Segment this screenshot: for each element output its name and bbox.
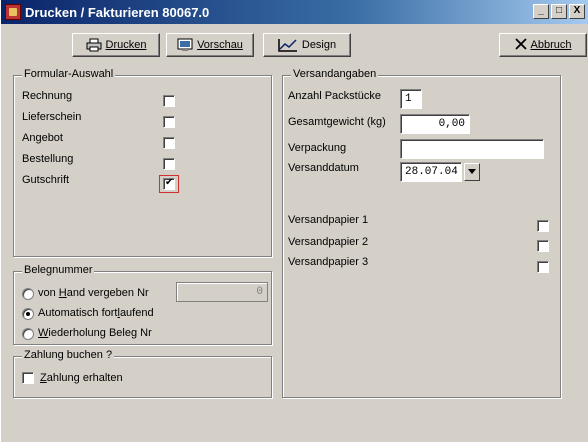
close-x-icon — [514, 38, 527, 52]
title-bar[interactable]: Drucken / Fakturieren 80067.0 _ □ X — [1, 0, 588, 24]
packaging-label: Verpackung — [288, 142, 347, 154]
receipt-number-group: Belegnummer von Hand vergeben Nr 0 Autom… — [13, 264, 272, 345]
payment-group: Zahlung buchen ? Zahlung erhalten — [13, 349, 272, 398]
shipping-group: Versandangaben Anzahl Packstücke 1 Gesam… — [282, 68, 561, 398]
toolbar: Drucken Vorschau Design Abbruch — [11, 33, 588, 63]
print-invoice-window: Drucken / Fakturieren 80067.0 _ □ X Druc… — [0, 0, 588, 442]
form-selection-group: Formular-Auswahl Rechnung Lieferschein A… — [13, 68, 272, 257]
payment-received-label: Zahlung erhalten — [40, 372, 123, 384]
form-item-bestellung-checkbox[interactable] — [163, 158, 175, 170]
window-title: Drucken / Fakturieren 80067.0 — [25, 5, 210, 20]
shipping-paper-3-checkbox[interactable] — [537, 261, 549, 273]
shipping-paper-2-label: Versandpapier 2 — [288, 236, 369, 248]
cancel-button-label: Abbruch — [530, 39, 572, 51]
form-item-angebot-label: Angebot — [22, 132, 63, 144]
print-button[interactable]: Drucken — [72, 33, 160, 57]
monitor-icon — [177, 38, 193, 52]
close-button[interactable]: X — [569, 4, 585, 19]
shipping-paper-2-checkbox[interactable] — [537, 240, 549, 252]
form-item-lieferschein-label: Lieferschein — [22, 111, 82, 123]
form-selection-legend: Formular-Auswahl — [22, 68, 116, 80]
receipt-number-legend: Belegnummer — [22, 264, 95, 276]
radio-repeat-receipt-label: Wiederholung Beleg Nr — [38, 327, 152, 339]
cancel-button[interactable]: Abbruch — [499, 33, 587, 57]
packaging-input[interactable] — [400, 139, 544, 159]
packages-input[interactable]: 1 — [400, 89, 422, 109]
ship-date-input[interactable]: 28.07.04 — [400, 162, 462, 182]
ship-date-label: Versanddatum — [288, 162, 359, 174]
maximize-button[interactable]: □ — [551, 4, 567, 19]
radio-repeat-receipt[interactable] — [22, 328, 34, 340]
shipping-paper-1-checkbox[interactable] — [537, 220, 549, 232]
form-item-gutschrift-label: Gutschrift — [22, 174, 70, 186]
window-footer — [1, 400, 588, 442]
weight-input[interactable]: 0,00 — [400, 114, 470, 134]
form-item-rechnung-checkbox[interactable] — [163, 95, 175, 107]
design-button-label: Design — [301, 39, 337, 51]
minimize-button[interactable]: _ — [533, 4, 549, 19]
shipping-paper-3-label: Versandpapier 3 — [288, 256, 369, 268]
form-item-angebot-checkbox[interactable] — [163, 137, 175, 149]
radio-auto-sequential[interactable] — [22, 308, 34, 320]
printer-icon — [86, 38, 102, 52]
radio-auto-sequential-label: Automatisch fortlaufend — [38, 307, 154, 319]
weight-label: Gesamtgewicht (kg) — [288, 116, 386, 128]
print-button-label: Drucken — [105, 39, 147, 51]
shipping-paper-1-label: Versandpapier 1 — [288, 214, 369, 226]
app-icon — [5, 4, 21, 20]
manual-number-input[interactable]: 0 — [176, 282, 268, 302]
ship-date-dropdown-button[interactable] — [464, 163, 480, 181]
design-button[interactable]: Design — [263, 33, 351, 57]
form-item-rechnung-label: Rechnung — [22, 90, 73, 102]
preview-button-label: Vorschau — [197, 39, 243, 51]
design-chart-icon — [278, 38, 298, 52]
form-item-gutschrift-checkbox[interactable] — [163, 177, 175, 190]
chevron-down-icon — [468, 169, 476, 175]
radio-manual-number[interactable] — [22, 288, 34, 300]
form-item-bestellung-label: Bestellung — [22, 153, 74, 165]
form-item-lieferschein-checkbox[interactable] — [163, 116, 175, 128]
payment-received-checkbox[interactable] — [22, 372, 34, 384]
payment-legend: Zahlung buchen ? — [22, 349, 115, 361]
preview-button[interactable]: Vorschau — [166, 33, 254, 57]
packages-label: Anzahl Packstücke — [288, 90, 381, 102]
radio-manual-number-label: von Hand vergeben Nr — [38, 287, 149, 299]
shipping-legend: Versandangaben — [291, 68, 379, 80]
